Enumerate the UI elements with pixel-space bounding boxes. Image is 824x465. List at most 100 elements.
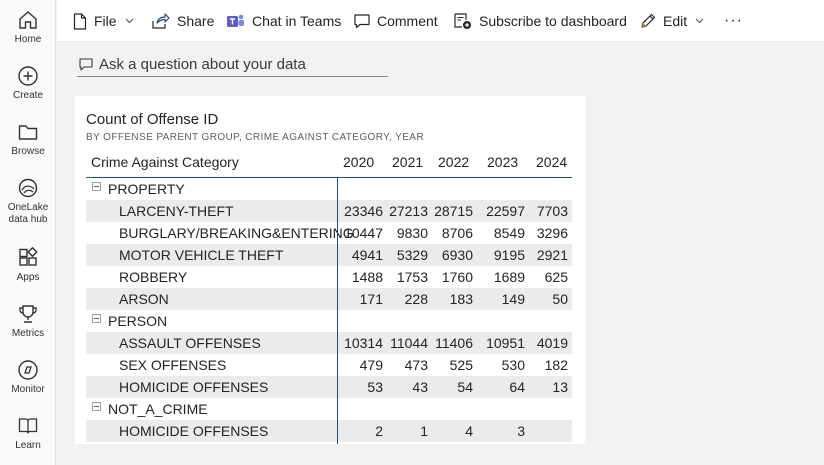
column-header-2020[interactable]: 2020: [343, 150, 374, 174]
cell-value: 23346: [344, 203, 383, 219]
visual-title: Count of Offense ID: [86, 111, 219, 128]
column-header-2023[interactable]: 2023: [487, 150, 518, 174]
subscribe-icon: [454, 12, 471, 29]
cell-value: 8549: [493, 225, 525, 241]
matrix-visual[interactable]: Count of Offense ID BY OFFENSE PARENT GR…: [75, 96, 585, 444]
cell-value: 10951: [486, 335, 525, 351]
nav-home-label: Home: [14, 34, 42, 45]
row-label: ROBBERY: [119, 269, 188, 285]
nav-onelake-label-1: OneLake: [7, 202, 49, 213]
monitor-icon: [18, 360, 38, 380]
group-row-person[interactable]: PERSON: [86, 310, 572, 332]
row-label: ARSON: [119, 291, 169, 307]
nav-learn-label: Learn: [15, 440, 41, 451]
nav-onelake[interactable]: OneLake data hub: [0, 177, 56, 226]
cell-value: 2: [375, 423, 383, 439]
cell-value: 4019: [536, 335, 568, 351]
row-label: LARCENY-THEFT: [119, 203, 234, 219]
cell-value: 228: [404, 291, 428, 307]
group-label: NOT_A_CRIME: [108, 401, 208, 417]
more-options-button[interactable]: ···: [724, 0, 743, 42]
qna-placeholder: Ask a question about your data: [99, 56, 306, 73]
chat-in-teams-button[interactable]: Chat in Teams: [226, 0, 341, 42]
row-header-divider: [337, 177, 338, 444]
table-row[interactable]: HOMICIDE OFFENSES 53 43 54 64 13: [86, 376, 572, 398]
cell-value: 7703: [536, 203, 568, 219]
qna-input[interactable]: Ask a question about your data: [77, 53, 388, 77]
nav-monitor[interactable]: Monitor: [0, 359, 56, 396]
cell-value: 182: [544, 357, 568, 373]
table-row[interactable]: ASSAULT OFFENSES 10314 11044 11406 10951…: [86, 332, 572, 354]
table-row[interactable]: ROBBERY 1488 1753 1760 1689 625: [86, 266, 572, 288]
nav-monitor-label: Monitor: [11, 384, 45, 395]
row-header[interactable]: Crime Against Category: [91, 150, 239, 174]
cell-value: 53: [367, 379, 383, 395]
edit-button[interactable]: Edit: [640, 0, 704, 42]
create-icon: [18, 66, 38, 86]
cell-value: 1488: [351, 269, 383, 285]
table-row[interactable]: BURGLARY/BREAKING&ENTERING 10447 9830 87…: [86, 222, 572, 244]
nav-metrics-label: Metrics: [11, 328, 45, 339]
collapse-icon[interactable]: [92, 182, 101, 191]
nav-metrics[interactable]: Metrics: [0, 303, 56, 340]
table-row[interactable]: LARCENY-THEFT 23346 27213 28715 22597 77…: [86, 200, 572, 222]
row-label: BURGLARY/BREAKING&ENTERING: [119, 225, 354, 241]
table-row[interactable]: SEX OFFENSES 479 473 525 530 182: [86, 354, 572, 376]
subscribe-label: Subscribe to dashboard: [479, 13, 627, 29]
nav-home[interactable]: Home: [0, 9, 56, 46]
cell-value: 6930: [441, 247, 473, 263]
nav-browse-label: Browse: [11, 146, 45, 157]
file-label: File: [94, 13, 117, 29]
group-row-property[interactable]: PROPERTY: [86, 178, 572, 200]
nav-browse[interactable]: Browse: [0, 121, 56, 158]
column-header-2022[interactable]: 2022: [438, 150, 469, 174]
cell-value: 171: [359, 291, 383, 307]
browse-icon: [18, 125, 38, 140]
share-icon: [152, 13, 170, 29]
cell-value: 3296: [536, 225, 568, 241]
metrics-icon: [19, 305, 37, 323]
nav-create[interactable]: Create: [0, 65, 56, 102]
share-button[interactable]: Share: [152, 0, 214, 42]
command-bar: File Share Chat in Teams Comment Subscri…: [57, 0, 824, 42]
cell-value: 5329: [396, 247, 428, 263]
file-menu-button[interactable]: File: [73, 0, 134, 42]
row-label: ASSAULT OFFENSES: [119, 335, 261, 351]
table-row[interactable]: ARSON 171 228 183 149 50: [86, 288, 572, 310]
cell-value: 4941: [351, 247, 383, 263]
cell-value: 64: [509, 379, 525, 395]
speech-bubble-icon: [79, 58, 93, 71]
group-label: PERSON: [108, 313, 168, 329]
subscribe-button[interactable]: Subscribe to dashboard: [454, 0, 627, 42]
teams-icon: [227, 14, 244, 27]
column-header-2024[interactable]: 2024: [536, 150, 567, 174]
left-nav-rail: Home Create Browse OneLake data hub Apps…: [0, 0, 56, 465]
group-row-not-a-crime[interactable]: NOT_A_CRIME: [86, 398, 572, 420]
column-header-2021[interactable]: 2021: [392, 150, 423, 174]
cell-value: 473: [404, 357, 428, 373]
nav-apps-label: Apps: [16, 272, 40, 283]
cell-value: 479: [359, 357, 383, 373]
row-label: HOMICIDE OFFENSES: [119, 423, 269, 439]
cell-value: 149: [501, 291, 525, 307]
edit-label: Edit: [663, 13, 688, 29]
cell-value: 54: [457, 379, 473, 395]
learn-icon: [18, 418, 38, 434]
nav-learn[interactable]: Learn: [0, 415, 56, 452]
collapse-icon[interactable]: [92, 402, 101, 411]
cell-value: 10314: [344, 335, 383, 351]
group-label: PROPERTY: [108, 181, 185, 197]
cell-value: 183: [449, 291, 473, 307]
onelake-icon: [18, 178, 38, 198]
pencil-icon: [641, 13, 656, 28]
cell-value: 4: [465, 423, 473, 439]
nav-onelake-label-2: data hub: [8, 214, 48, 225]
cell-value: 10447: [344, 225, 383, 241]
nav-apps[interactable]: Apps: [0, 247, 56, 284]
table-row[interactable]: HOMICIDE OFFENSES 2 1 4 3: [86, 420, 572, 442]
comment-button[interactable]: Comment: [354, 0, 438, 42]
cell-value: 11044: [390, 335, 428, 351]
comment-label: Comment: [377, 13, 438, 29]
table-row[interactable]: MOTOR VEHICLE THEFT 4941 5329 6930 9195 …: [86, 244, 572, 266]
collapse-icon[interactable]: [92, 314, 101, 323]
